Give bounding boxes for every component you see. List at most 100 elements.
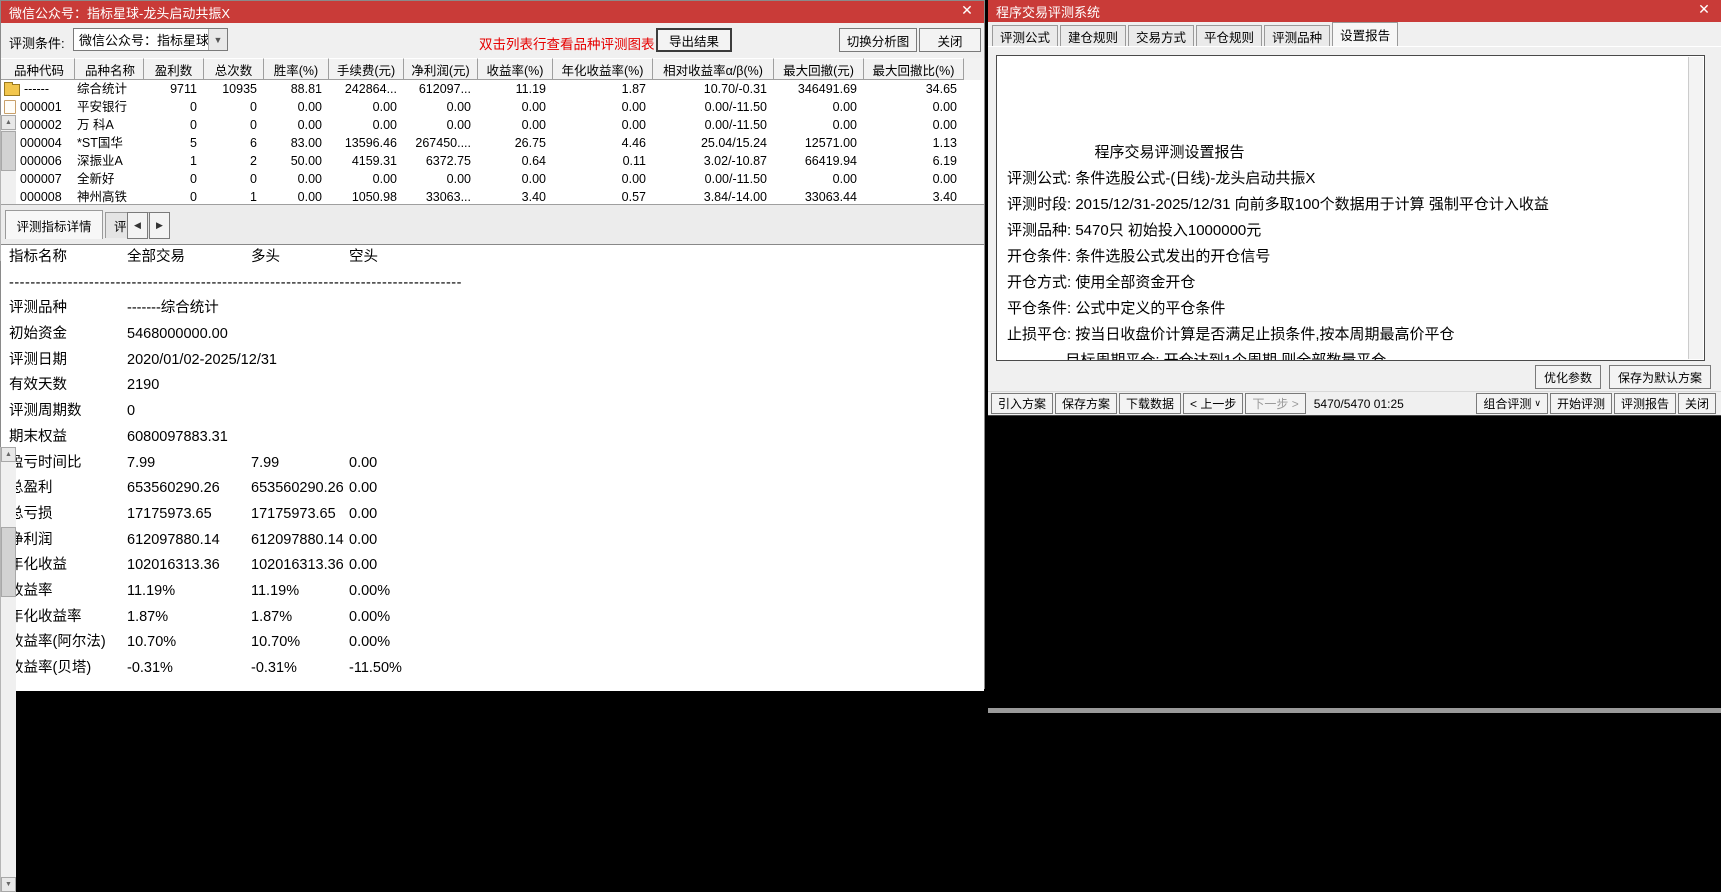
metric-long: 653560290.26 (251, 480, 344, 497)
export-results-button[interactable]: 导出结果 (656, 28, 732, 52)
max-drawdown-pct: 34.65 (925, 82, 957, 96)
metric-label: 净利润 (9, 531, 53, 548)
win-count: 9711 (170, 82, 197, 96)
table-row[interactable]: 000006 深振业A 1 2 50.00 4159.31 6372.75 0.… (1, 152, 984, 170)
table-row[interactable]: ------ 综合统计 9711 10935 88.81 242864... 6… (1, 80, 984, 98)
report-line: 平仓条件: 公式中定义的平仓条件 (1007, 300, 1226, 317)
details-row: 年化收益 102016313.36 102016313.36 0.00 (1, 553, 984, 579)
report-line: 评测品种: 5470只 初始投入1000000元 (1007, 222, 1262, 239)
column-header[interactable]: 总次数 (204, 58, 264, 80)
condition-combobox[interactable]: 微信公众号：指标星球 ▼ (73, 28, 228, 51)
column-header[interactable]: 最大回撤(元) (774, 58, 864, 80)
left-titlebar[interactable]: 微信公众号：指标星球-龙头启动共振X ✕ (1, 1, 984, 23)
row-item-icon[interactable] (4, 100, 16, 114)
next-step-button[interactable]: 下一步 > (1245, 393, 1306, 414)
table-row[interactable]: 000008 神州高铁 0 1 0.00 1050.98 33063... 3.… (1, 188, 984, 204)
metric-all-trades: 17175973.65 (127, 505, 212, 522)
column-header[interactable]: 收益率(%) (478, 58, 553, 80)
column-header[interactable]: 盈利数 (144, 58, 204, 80)
tab-indicator-details[interactable]: 评测指标详情 (5, 210, 103, 239)
scrollbar-thumb[interactable] (1, 527, 16, 597)
close-icon[interactable]: ✕ (1695, 1, 1713, 18)
symbol-name: 深振业A (77, 154, 123, 168)
column-header[interactable]: 净利润(元) (404, 58, 478, 80)
optimize-params-button[interactable]: 优化参数 (1534, 365, 1601, 389)
details-row: 评测品种 -------综合统计 (1, 296, 984, 322)
metric-long: 11.19% (251, 582, 300, 599)
separator: ----------------------------------------… (9, 274, 462, 291)
column-header[interactable]: 相对收益率α/β(%) (653, 58, 774, 80)
metric-label: 收益率(贝塔) (9, 660, 92, 676)
left-toolbar: 评测条件: 微信公众号：指标星球 ▼ 双击列表行查看品种评测图表 导出结果 切换… (1, 23, 984, 58)
metric-short: 0.00% (349, 582, 391, 599)
column-header[interactable]: 手续费(元) (329, 58, 404, 80)
annual-yield: 0.00 (621, 100, 646, 114)
dialog-close-button[interactable]: 关闭 (1677, 393, 1716, 414)
win-count: 0 (190, 190, 197, 204)
prev-step-button[interactable]: < 上一步 (1183, 393, 1244, 414)
total-count: 2 (250, 154, 257, 168)
settings-tab[interactable]: 交易方式 (1128, 25, 1195, 46)
results-table: 品种代码 品种名称 盈利数 总次数 胜率(%) 手续费(元) 净利润(元) 收益… (1, 58, 984, 204)
settings-tab[interactable]: 评测公式 (992, 25, 1059, 46)
column-header[interactable]: 年化收益率(%) (553, 58, 653, 80)
evaluation-results-window: 微信公众号：指标星球-龙头启动共振X ✕ 评测条件: 微信公众号：指标星球 ▼ … (0, 0, 985, 892)
download-data-button[interactable]: 下载数据 (1119, 393, 1182, 414)
window-bottom-edge (988, 708, 1721, 713)
close-icon[interactable]: ✕ (958, 2, 976, 19)
alpha-beta: 0.00/-11.50 (704, 118, 767, 132)
table-header-row: 品种代码 品种名称 盈利数 总次数 胜率(%) 手续费(元) 净利润(元) 收益… (1, 58, 984, 80)
metric-label: 总亏损 (9, 505, 53, 522)
net-profit: 33063... (425, 190, 471, 204)
details-rows: 评测品种 -------综合统计 初始资金 5468000000.00 评测日期… (1, 296, 984, 681)
settings-tab[interactable]: 平仓规则 (1196, 25, 1263, 46)
details-header: 多头 (251, 249, 280, 265)
fee: 4159.31 (351, 154, 397, 168)
details-scrollbar[interactable]: ▲ ▼ (0, 447, 16, 892)
net-profit: 267450.... (415, 136, 471, 150)
start-evaluation-button[interactable]: 开始评测 (1549, 393, 1612, 414)
settings-tab[interactable]: 评测品种 (1264, 25, 1331, 46)
save-as-default-button[interactable]: 保存为默认方案 (1608, 365, 1711, 389)
yield: 3.40 (521, 190, 546, 204)
save-plan-button[interactable]: 保存方案 (1055, 393, 1118, 414)
scroll-up-icon[interactable]: ▲ (1, 115, 16, 130)
toolbar-close-button[interactable]: 关闭 (919, 28, 981, 52)
details-header: 空头 (349, 249, 378, 265)
settings-report-page: 程序交易评测设置报告 评测公式: 条件选股公式-(日线)-龙头启动共振X 评测时段:… (988, 47, 1721, 391)
tab-scroll-right-icon[interactable]: ▶ (149, 212, 170, 239)
row-item-icon[interactable] (4, 82, 20, 96)
column-header[interactable]: 最大回撤比(%) (864, 58, 964, 80)
table-row[interactable]: 000001 平安银行 0 0 0.00 0.00 0.00 0.00 0.00… (1, 98, 984, 116)
evaluation-report-button[interactable]: 评测报告 (1613, 393, 1676, 414)
scrollbar-thumb[interactable] (1, 131, 16, 171)
table-row[interactable]: 000007 全新好 0 0 0.00 0.00 0.00 0.00 0.00 … (1, 170, 984, 188)
scroll-up-icon[interactable]: ▲ (1, 447, 16, 462)
chevron-down-icon: ∨ (1534, 398, 1541, 408)
yield: 0.00 (521, 100, 546, 114)
scroll-down-icon[interactable]: ▼ (1, 877, 16, 892)
import-plan-button[interactable]: 引入方案 (991, 393, 1054, 414)
win-rate: 50.00 (290, 154, 322, 168)
table-row[interactable]: 000002 万 科A 0 0 0.00 0.00 0.00 0.00 0.00… (1, 116, 984, 134)
details-header: 全部交易 (127, 249, 185, 265)
switch-analysis-chart-button[interactable]: 切换分析图 (839, 28, 917, 52)
condition-label: 评测条件: (9, 36, 65, 51)
settings-tab[interactable]: 建仓规则 (1060, 25, 1127, 46)
metric-all-trades: 102016313.36 (127, 557, 220, 574)
tab-scroll-left-icon[interactable]: ◀ (127, 212, 148, 239)
win-count: 1 (190, 154, 197, 168)
alpha-beta: 3.84/-14.00 (703, 190, 767, 204)
max-drawdown-pct: 3.40 (932, 190, 957, 204)
combo-evaluation-button[interactable]: 组合评测 ∨ (1476, 393, 1548, 414)
report-scrollbar[interactable] (1688, 57, 1703, 359)
chevron-down-icon[interactable]: ▼ (208, 29, 227, 50)
right-titlebar[interactable]: 程序交易评测系统 ✕ (988, 0, 1721, 22)
details-row: 初始资金 5468000000.00 (1, 322, 984, 348)
table-row[interactable]: 000004 *ST国华 5 6 83.00 13596.46 267450..… (1, 134, 984, 152)
column-header[interactable]: 品种名称 (75, 58, 144, 80)
column-header[interactable]: 胜率(%) (264, 58, 329, 80)
metric-short: 0.00 (349, 557, 378, 574)
column-header[interactable]: 品种代码 (1, 58, 75, 80)
settings-tab[interactable]: 设置报告 (1332, 22, 1399, 46)
